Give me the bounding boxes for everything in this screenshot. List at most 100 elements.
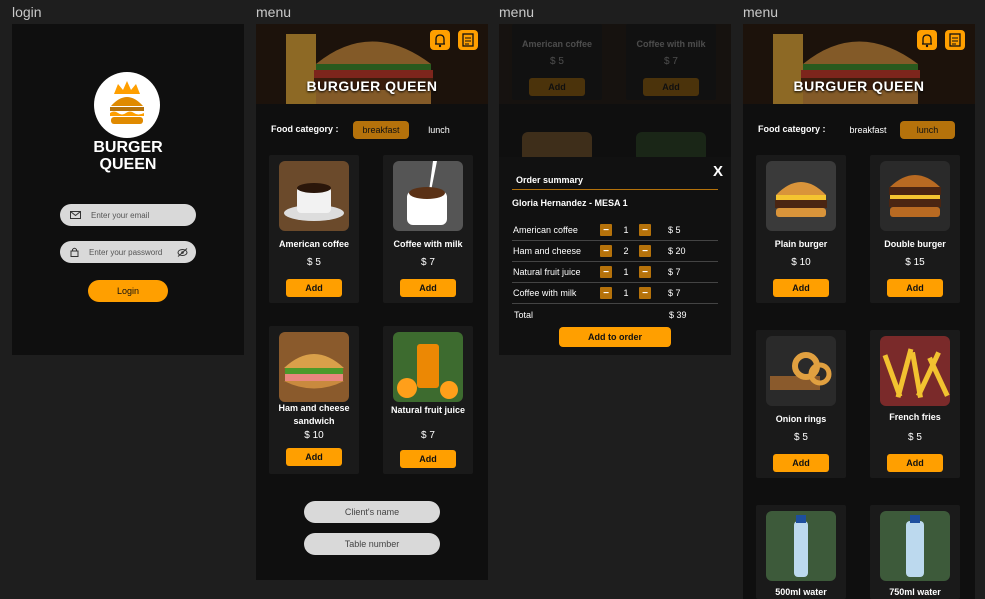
- product-card: Ham and cheese sandwich $ 10 Add: [269, 326, 359, 474]
- category-breakfast-tab[interactable]: breakfast: [843, 121, 893, 139]
- product-card: Double burger $ 15 Add: [870, 155, 960, 303]
- decrease-button[interactable]: −: [600, 224, 612, 236]
- order-item-subtotal: $ 7: [668, 288, 681, 298]
- order-item-qty: 1: [623, 288, 629, 298]
- decrease-button[interactable]: −: [600, 266, 612, 278]
- password-field[interactable]: Enter your password: [60, 241, 196, 263]
- total-label: Total: [514, 310, 534, 320]
- menu-order-frame: American coffee $ 5 Add Coffee with milk…: [499, 24, 731, 355]
- product-name: Natural fruit juice: [390, 405, 465, 415]
- category-breakfast-tab[interactable]: breakfast: [353, 121, 409, 139]
- product-card: American coffee $ 5 Add: [269, 155, 359, 303]
- natural-fruit-juice-image: [393, 332, 463, 402]
- order-item-name: American coffee: [513, 225, 578, 235]
- add-button[interactable]: Add: [773, 279, 829, 297]
- category-label: Food category :: [271, 124, 339, 134]
- order-item-name: Ham and cheese: [513, 246, 582, 256]
- product-name: French fries: [889, 412, 941, 422]
- category-label: Food category :: [758, 124, 826, 134]
- hero-banner: BURGUER QUEEN: [256, 24, 488, 104]
- product-name: 750ml water: [889, 587, 941, 597]
- order-item-name: Coffee with milk: [513, 288, 577, 298]
- product-price: $ 10: [304, 430, 324, 441]
- add-button[interactable]: Add: [773, 454, 829, 472]
- product-card: American coffee $ 5 Add: [512, 24, 602, 100]
- order-row: Natural fruit juice − 1 − $ 7: [512, 262, 718, 283]
- product-card: 500ml water: [756, 505, 846, 599]
- title-divider: [512, 189, 718, 190]
- close-icon[interactable]: X: [713, 163, 723, 180]
- add-button[interactable]: Add: [529, 78, 585, 96]
- order-item-subtotal: $ 7: [668, 267, 681, 277]
- envelope-icon: [70, 211, 81, 219]
- category-lunch-tab[interactable]: lunch: [416, 121, 462, 139]
- increase-button[interactable]: −: [639, 224, 651, 236]
- add-button[interactable]: Add: [286, 448, 342, 466]
- ham-cheese-sandwich-image: [279, 332, 349, 402]
- product-price: $ 15: [905, 257, 925, 268]
- bell-icon[interactable]: [917, 30, 937, 50]
- increase-button[interactable]: −: [639, 287, 651, 299]
- client-name-input[interactable]: Client's name: [304, 501, 440, 523]
- order-item-name: Natural fruit juice: [513, 267, 581, 277]
- add-button[interactable]: Add: [887, 454, 943, 472]
- product-price: $ 5: [908, 432, 922, 443]
- product-price: $ 7: [664, 56, 678, 67]
- email-placeholder: Enter your email: [91, 210, 150, 220]
- menu-lunch-frame: BURGUER QUEEN Food category : breakfast …: [743, 24, 975, 599]
- product-card: Natural fruit juice $ 7 Add: [383, 326, 473, 474]
- category-lunch-tab[interactable]: lunch: [900, 121, 955, 139]
- order-row: Coffee with milk − 1 − $ 7: [512, 283, 718, 304]
- table-number-input[interactable]: Table number: [304, 533, 440, 555]
- brand-line-1: BURGER: [93, 139, 163, 156]
- login-button[interactable]: Login: [88, 280, 168, 302]
- american-coffee-image: [279, 161, 349, 231]
- coffee-with-milk-image: [393, 161, 463, 231]
- decrease-button[interactable]: −: [600, 245, 612, 257]
- increase-button[interactable]: −: [639, 266, 651, 278]
- product-name: Coffee with milk: [393, 239, 463, 249]
- product-card: Plain burger $ 10 Add: [756, 155, 846, 303]
- total-value: $ 39: [669, 310, 687, 320]
- add-button[interactable]: Add: [286, 279, 342, 297]
- frame-label-login: login: [12, 4, 42, 20]
- water-500ml-image: [766, 511, 836, 581]
- add-button[interactable]: Add: [400, 450, 456, 468]
- frame-label-menu-breakfast: menu: [256, 4, 292, 20]
- menu-breakfast-frame: BURGUER QUEEN Food category : breakfast …: [256, 24, 488, 580]
- double-burger-image: [880, 161, 950, 231]
- product-name: Double burger: [884, 239, 946, 249]
- decrease-button[interactable]: −: [600, 287, 612, 299]
- eye-slash-icon[interactable]: [177, 247, 188, 257]
- product-card: 750ml water: [870, 505, 960, 599]
- product-name: Coffee with milk: [636, 39, 706, 49]
- product-price: $ 5: [307, 257, 321, 268]
- order-item-subtotal: $ 5: [668, 225, 681, 235]
- product-price: $ 5: [550, 56, 564, 67]
- hero-title: BURGUER QUEEN: [306, 78, 438, 94]
- order-item-qty: 1: [623, 225, 629, 235]
- order-summary-title: Order summary: [516, 175, 584, 185]
- onion-rings-image: [766, 336, 836, 406]
- bell-icon[interactable]: [430, 30, 450, 50]
- product-price: $ 7: [421, 257, 435, 268]
- increase-button[interactable]: −: [639, 245, 651, 257]
- plain-burger-image: [766, 161, 836, 231]
- french-fries-image: [880, 336, 950, 406]
- brand-title: BURGER QUEEN: [12, 139, 244, 173]
- product-name: American coffee: [278, 239, 350, 249]
- add-button[interactable]: Add: [887, 279, 943, 297]
- water-750ml-image: [880, 511, 950, 581]
- order-row: Ham and cheese − 2 − $ 20: [512, 241, 718, 262]
- email-field[interactable]: Enter your email: [60, 204, 196, 226]
- product-price: $ 10: [791, 257, 811, 268]
- add-button[interactable]: Add: [643, 78, 699, 96]
- add-button[interactable]: Add: [400, 279, 456, 297]
- brand-line-2: QUEEN: [99, 156, 157, 173]
- product-name: Onion rings: [775, 414, 827, 424]
- notepad-icon[interactable]: [458, 30, 478, 50]
- product-card: Coffee with milk $ 7 Add: [383, 155, 473, 303]
- frame-label-menu-order: menu: [499, 4, 535, 20]
- add-to-order-button[interactable]: Add to order: [559, 327, 671, 347]
- notepad-icon[interactable]: [945, 30, 965, 50]
